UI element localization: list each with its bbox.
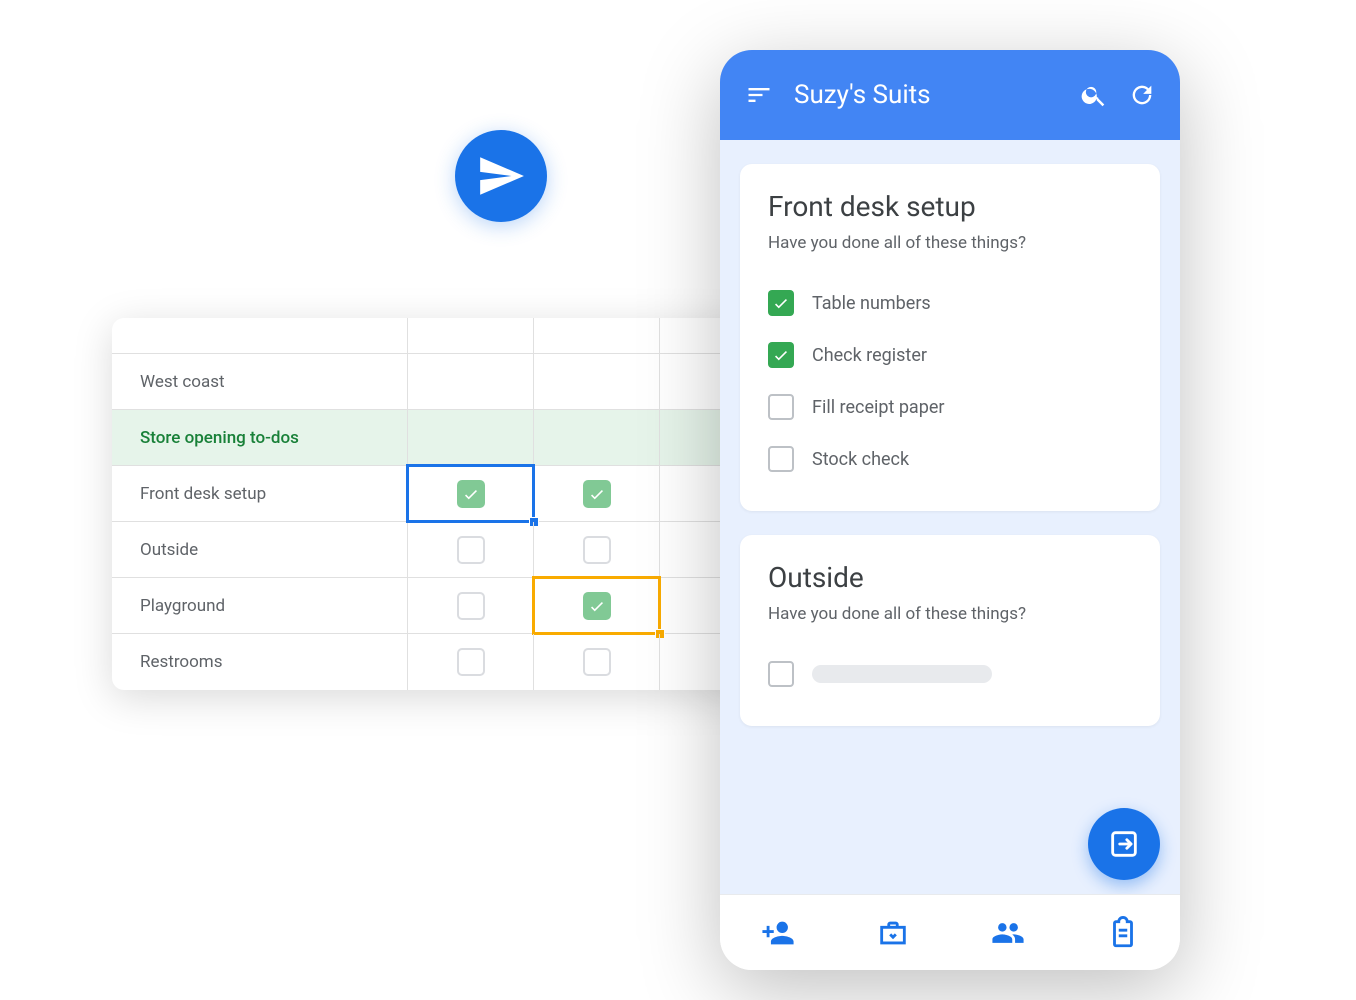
card-title: Front desk setup [768,190,1132,223]
checkbox-unchecked-icon [768,661,794,687]
checklist-item-label: Table numbers [812,293,931,314]
checklist-item[interactable]: Stock check [768,433,1132,485]
checklist-item-label: Stock check [812,449,909,470]
checklist-item-label: Fill receipt paper [812,397,944,418]
checkbox-cell[interactable] [408,634,534,690]
sheet-cell[interactable] [408,410,534,465]
checkbox-unchecked-icon [457,536,485,564]
checkbox-checked-icon [768,342,794,368]
checkbox-unchecked-icon [583,648,611,676]
checkbox-cell[interactable] [534,634,660,690]
sheet-cell[interactable] [408,354,534,409]
bottom-nav [720,894,1180,970]
sheet-cell[interactable] [534,410,660,465]
task-row-label[interactable]: Front desk setup [112,466,408,521]
checklist-item-label: Check register [812,345,927,366]
checkbox-cell[interactable] [534,522,660,577]
app-body: Front desk setup Have you done all of th… [720,140,1180,894]
card-subtitle: Have you done all of these things? [768,233,1132,253]
briefcase-icon[interactable] [876,916,910,950]
checklist-item[interactable]: Fill receipt paper [768,381,1132,433]
clipboard-icon[interactable] [1106,916,1140,950]
checkbox-checked-icon [768,290,794,316]
app-header: Suzy's Suits [720,50,1180,140]
checkbox-unchecked-icon [768,394,794,420]
checkbox-cell[interactable] [408,522,534,577]
checklist-card: Front desk setup Have you done all of th… [740,164,1160,511]
checkbox-unchecked-icon [768,446,794,472]
section-header-cell[interactable]: Store opening to-dos [112,410,408,465]
placeholder-text [812,665,992,683]
checkbox-cell-selected-orange[interactable] [534,578,660,633]
spreadsheet-panel: West coast Store opening to-dos Front de… [112,318,752,690]
checklist-item[interactable]: Check register [768,329,1132,381]
checkbox-unchecked-icon [457,648,485,676]
region-cell[interactable]: West coast [112,354,408,409]
checkbox-cell-selected-blue[interactable] [408,466,534,521]
checkbox-checked-icon [457,480,485,508]
checkbox-unchecked-icon [457,592,485,620]
sort-icon[interactable] [744,81,774,109]
search-icon[interactable] [1080,81,1108,109]
group-icon[interactable] [991,916,1025,950]
checkbox-cell[interactable] [408,578,534,633]
checklist-item[interactable]: Table numbers [768,277,1132,329]
card-title: Outside [768,561,1132,594]
checkbox-checked-icon [583,592,611,620]
mobile-app-mockup: Suzy's Suits Front desk setup Have you d… [720,50,1180,970]
checkbox-unchecked-icon [583,536,611,564]
task-row-label[interactable]: Restrooms [112,634,408,690]
submit-fab[interactable] [1088,808,1160,880]
task-row-label[interactable]: Outside [112,522,408,577]
checklist-item[interactable] [768,648,1132,700]
card-subtitle: Have you done all of these things? [768,604,1132,624]
checklist-card: Outside Have you done all of these thing… [740,535,1160,726]
person-add-icon[interactable] [761,916,795,950]
app-title: Suzy's Suits [794,80,1060,110]
checkbox-cell[interactable] [534,466,660,521]
checkbox-checked-icon [583,480,611,508]
paper-plane-icon [455,130,547,222]
sheet-cell[interactable] [534,354,660,409]
refresh-icon[interactable] [1128,81,1156,109]
task-row-label[interactable]: Playground [112,578,408,633]
